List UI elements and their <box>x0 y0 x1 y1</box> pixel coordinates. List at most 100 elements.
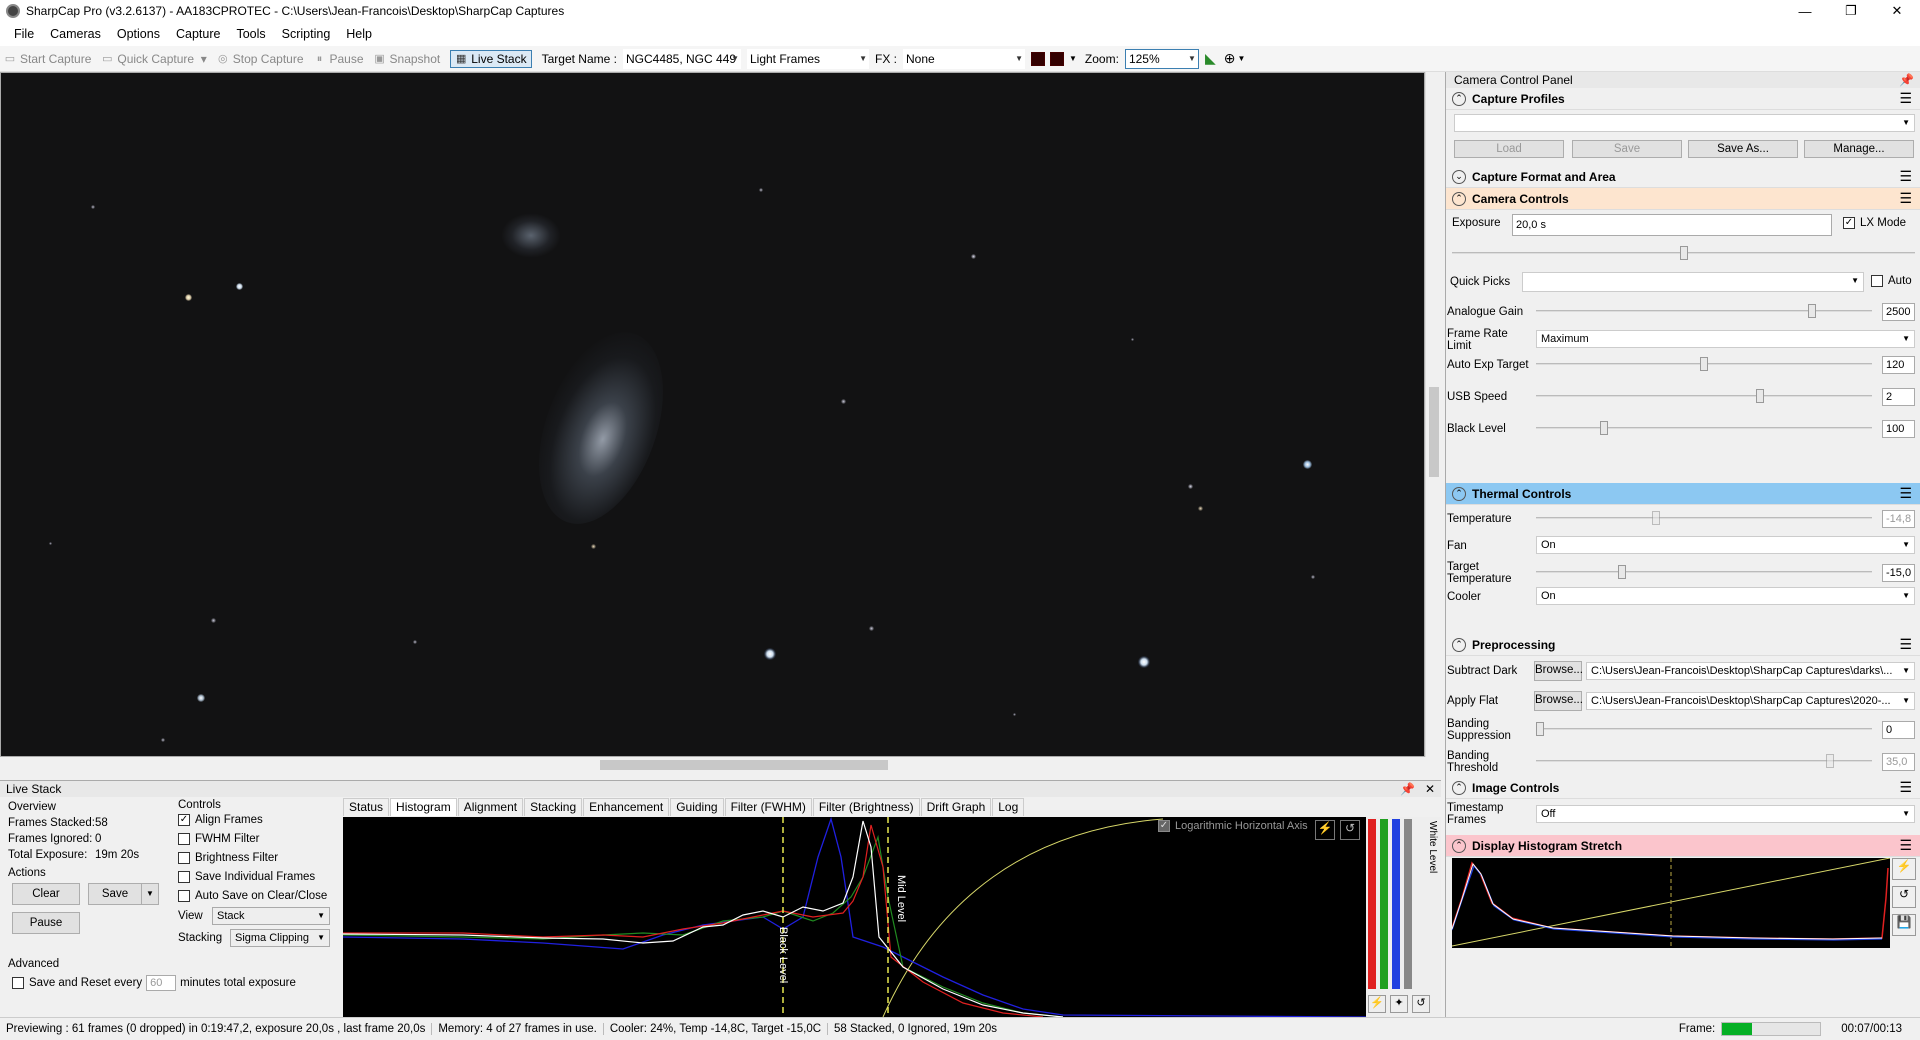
section-capture-format[interactable]: ⌄ Capture Format and Area ☰ <box>1446 166 1920 188</box>
scroll-thumb[interactable] <box>1429 387 1439 477</box>
quick-capture-button[interactable]: ▭ Quick Capture ▾ <box>101 52 207 66</box>
black-level-slider[interactable] <box>1536 421 1872 435</box>
target-name-combo[interactable]: NGC4485, NGC 449 ▼ <box>622 48 741 69</box>
live-stack-button[interactable]: ▦ Live Stack <box>450 49 532 68</box>
reset-icon[interactable]: ↺ <box>1892 886 1916 908</box>
quick-picks-combo[interactable]: ▼ <box>1522 272 1864 292</box>
banding-suppression-slider[interactable] <box>1536 722 1872 736</box>
menu-tools[interactable]: Tools <box>228 27 273 41</box>
tab-filter-fwhm[interactable]: Filter (FWHM) <box>724 798 812 816</box>
section-display-histogram-stretch[interactable]: ⌃ Display Histogram Stretch ☰ <box>1446 835 1920 857</box>
stretch-histogram[interactable] <box>1452 858 1890 948</box>
menu-file[interactable]: File <box>6 27 42 41</box>
reset-icon[interactable]: ↺ <box>1340 820 1360 840</box>
zoom-combo[interactable]: 125% ▼ <box>1124 48 1199 69</box>
menu-icon[interactable]: ☰ <box>1899 636 1912 653</box>
tab-alignment[interactable]: Alignment <box>457 798 524 816</box>
menu-cameras[interactable]: Cameras <box>42 27 109 41</box>
temperature-slider[interactable] <box>1536 511 1872 525</box>
fwhm-filter-checkbox[interactable]: FWHM Filter <box>178 830 327 849</box>
section-image-controls[interactable]: ⌃ Image Controls ☰ <box>1446 777 1920 799</box>
save-as-profile-button[interactable]: Save As... <box>1688 140 1798 158</box>
histogram-icon[interactable]: ◣ <box>1205 50 1216 67</box>
section-thermal-controls[interactable]: ⌃ Thermal Controls ☰ <box>1446 483 1920 505</box>
image-viewer[interactable] <box>0 72 1425 757</box>
exposure-slider[interactable] <box>1452 246 1915 260</box>
framerate-combo[interactable]: Maximum ▼ <box>1536 330 1915 348</box>
tab-drift-graph[interactable]: Drift Graph <box>920 798 992 816</box>
reticle-icon[interactable] <box>1031 51 1045 66</box>
auto-checkbox[interactable]: Auto <box>1871 275 1912 287</box>
profile-combo[interactable]: ▼ <box>1454 114 1915 132</box>
save-reset-checkbox[interactable] <box>12 977 24 989</box>
save-individual-checkbox[interactable]: Save Individual Frames <box>178 868 327 887</box>
overlay-icon[interactable] <box>1050 51 1064 66</box>
scroll-thumb[interactable] <box>600 760 888 770</box>
align-frames-checkbox[interactable]: ✓ Align Frames <box>178 811 327 830</box>
save-stack-button[interactable]: Save <box>88 883 142 905</box>
pause-button[interactable]: ⏸ Pause <box>314 52 364 66</box>
target-temperature-input[interactable]: -15,0 <box>1882 564 1915 582</box>
pin-icon[interactable]: 📌 <box>1400 781 1415 797</box>
tab-status[interactable]: Status <box>343 798 390 816</box>
banding-suppression-input[interactable]: 0 <box>1882 721 1915 739</box>
menu-icon[interactable]: ☰ <box>1899 168 1912 185</box>
start-capture-button[interactable]: ▭ Start Capture <box>4 52 92 66</box>
tab-enhancement[interactable]: Enhancement <box>583 798 670 816</box>
gain-slider[interactable] <box>1536 304 1872 318</box>
auto-stretch-icon[interactable]: ⚡ <box>1315 820 1335 840</box>
log-axis-checkbox[interactable]: ✓ Logarithmic Horizontal Axis <box>1158 820 1308 832</box>
stack-histogram[interactable]: Black Level Mid Level ✓ Logarithmic Horiz… <box>343 817 1366 1017</box>
reset-icon[interactable]: ↺ <box>1412 995 1430 1013</box>
auto-stretch-icon[interactable]: ⚡ <box>1368 995 1386 1013</box>
horizontal-scrollbar[interactable] <box>0 757 1441 773</box>
maximize-button[interactable]: ❐ <box>1828 0 1874 22</box>
chevron-down-icon[interactable]: ▼ <box>1237 54 1245 63</box>
cooler-combo[interactable]: On ▼ <box>1536 587 1915 605</box>
menu-icon[interactable]: ☰ <box>1899 485 1912 502</box>
stop-capture-button[interactable]: ◎ Stop Capture <box>217 52 304 66</box>
tab-filter-brightness[interactable]: Filter (Brightness) <box>812 798 920 816</box>
section-capture-profiles[interactable]: ⌃ Capture Profiles ☰ <box>1446 88 1920 110</box>
auto-exp-target-slider[interactable] <box>1536 357 1872 371</box>
banding-threshold-slider[interactable] <box>1536 754 1872 768</box>
section-camera-controls[interactable]: ⌃ Camera Controls ☰ <box>1446 188 1920 210</box>
menu-icon[interactable]: ☰ <box>1899 90 1912 107</box>
minimize-button[interactable]: — <box>1782 0 1828 22</box>
menu-options[interactable]: Options <box>109 27 168 41</box>
close-icon[interactable]: ✕ <box>1425 781 1435 797</box>
exposure-input[interactable]: 20,0 s <box>1512 214 1832 236</box>
dark-file-combo[interactable]: C:\Users\Jean-Francois\Desktop\SharpCap … <box>1586 662 1915 680</box>
menu-scripting[interactable]: Scripting <box>274 27 339 41</box>
clear-button[interactable]: Clear <box>12 883 80 905</box>
tab-guiding[interactable]: Guiding <box>670 798 724 816</box>
zoom-icon[interactable]: ⊕ <box>1224 50 1236 67</box>
manage-profiles-button[interactable]: Manage... <box>1804 140 1914 158</box>
target-temperature-slider[interactable] <box>1536 565 1872 579</box>
save-icon[interactable]: 💾 <box>1892 914 1916 936</box>
menu-icon[interactable]: ☰ <box>1899 837 1912 854</box>
save-profile-button[interactable]: Save <box>1572 140 1682 158</box>
fan-combo[interactable]: On ▼ <box>1536 536 1915 554</box>
usb-speed-slider[interactable] <box>1536 389 1872 403</box>
save-options-button[interactable]: ▼ <box>141 883 159 905</box>
luminance-level-slider[interactable] <box>1404 819 1412 989</box>
green-level-slider[interactable] <box>1380 819 1388 989</box>
tab-log[interactable]: Log <box>992 798 1025 816</box>
browse-flat-button[interactable]: Browse... <box>1534 691 1583 711</box>
usb-speed-input[interactable]: 2 <box>1882 388 1915 406</box>
close-button[interactable]: ✕ <box>1874 0 1920 22</box>
auto-exp-target-input[interactable]: 120 <box>1882 356 1915 374</box>
menu-capture[interactable]: Capture <box>168 27 228 41</box>
auto-stretch-icon[interactable]: ⚡ <box>1892 858 1916 880</box>
brightness-filter-checkbox[interactable]: Brightness Filter <box>178 849 327 868</box>
fx-combo[interactable]: None ▼ <box>903 48 1025 69</box>
pin-icon[interactable]: 📌 <box>1899 72 1914 88</box>
lx-mode-checkbox[interactable]: ✓ LX Mode <box>1843 217 1906 229</box>
black-level-input[interactable]: 100 <box>1882 420 1915 438</box>
flat-file-combo[interactable]: C:\Users\Jean-Francois\Desktop\SharpCap … <box>1586 692 1915 710</box>
blue-level-slider[interactable] <box>1392 819 1400 989</box>
chevron-down-icon[interactable]: ▼ <box>1069 54 1077 63</box>
tab-histogram[interactable]: Histogram <box>390 798 457 816</box>
view-combo[interactable]: Stack ▼ <box>212 907 330 925</box>
